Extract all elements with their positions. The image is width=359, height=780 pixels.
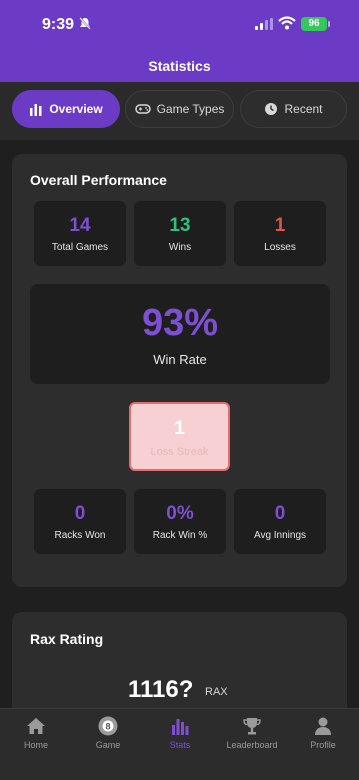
- nav-home-label: Home: [23, 740, 48, 750]
- stats-icon: [172, 719, 189, 735]
- losses-value: 1: [274, 215, 286, 236]
- status-time: 9:39: [42, 16, 75, 33]
- battery-indicator: 96: [301, 17, 327, 31]
- avg-innings-label: Avg Innings: [253, 530, 307, 541]
- loss-streak-label: Loss Streak: [150, 446, 209, 458]
- bell-off-icon: [79, 17, 91, 30]
- rax-rating-title: Rax Rating: [30, 631, 104, 647]
- rax-rating-value: 1116?: [128, 676, 194, 703]
- nav-leaderboard-label: Leaderboard: [226, 740, 278, 750]
- profile-icon: [315, 717, 331, 735]
- win-rate-label: Win Rate: [153, 352, 207, 367]
- ball-8-icon: 8: [98, 716, 118, 736]
- losses-label: Losses: [264, 242, 296, 253]
- tab-recent-label: Recent: [284, 102, 323, 116]
- wins-value: 13: [169, 215, 191, 236]
- nav-game-label: Game: [95, 740, 121, 750]
- loss-streak-badge: 1 Loss Streak: [129, 402, 230, 471]
- total-games-label: Total Games: [51, 242, 109, 253]
- rack-win-pct-value: 0%: [166, 503, 194, 524]
- home-icon: [27, 718, 45, 734]
- battery-tip: [328, 21, 330, 27]
- racks-won-value: 0: [74, 503, 86, 524]
- overall-performance-title: Overall Performance: [30, 172, 167, 188]
- nav-profile-label: Profile: [310, 740, 336, 750]
- wifi-icon: [278, 16, 296, 30]
- total-games-value: 14: [69, 215, 91, 236]
- tab-overview-label: Overview: [49, 102, 103, 116]
- win-rate-panel: 93% Win Rate: [30, 284, 330, 384]
- racks-won-stat: 0 Racks Won: [34, 489, 126, 554]
- wins-label: Wins: [168, 242, 192, 253]
- signal-icon: [255, 18, 273, 30]
- ball-8-number: 8: [105, 721, 110, 731]
- rack-win-pct-stat: 0% Rack Win %: [134, 489, 226, 554]
- nav-stats-label: Stats: [169, 740, 191, 750]
- avg-innings-value: 0: [274, 503, 286, 524]
- page-title: Statistics: [148, 58, 211, 74]
- tab-game-types-label: Game Types: [156, 102, 225, 116]
- bar-chart-icon: [30, 104, 42, 116]
- rack-win-pct-label: Rack Win %: [152, 530, 208, 541]
- status-bar: 9:39 96: [0, 0, 359, 50]
- win-rate-value: 93%: [141, 302, 219, 344]
- gamepad-icon: [134, 104, 151, 114]
- avg-innings-stat: 0 Avg Innings: [234, 489, 326, 554]
- rax-rating-unit: RAX: [205, 686, 228, 698]
- losses-stat: 1 Losses: [234, 201, 326, 266]
- clock-icon: [265, 103, 278, 115]
- racks-won-label: Racks Won: [54, 530, 106, 541]
- wins-stat: 13 Wins: [134, 201, 226, 266]
- trophy-icon: [243, 718, 261, 735]
- tab-recent[interactable]: Recent: [240, 90, 347, 128]
- tab-overview[interactable]: Overview: [12, 90, 120, 128]
- tab-game-types[interactable]: Game Types: [125, 90, 234, 128]
- loss-streak-value: 1: [174, 418, 185, 439]
- total-games-stat: 14 Total Games: [34, 201, 126, 266]
